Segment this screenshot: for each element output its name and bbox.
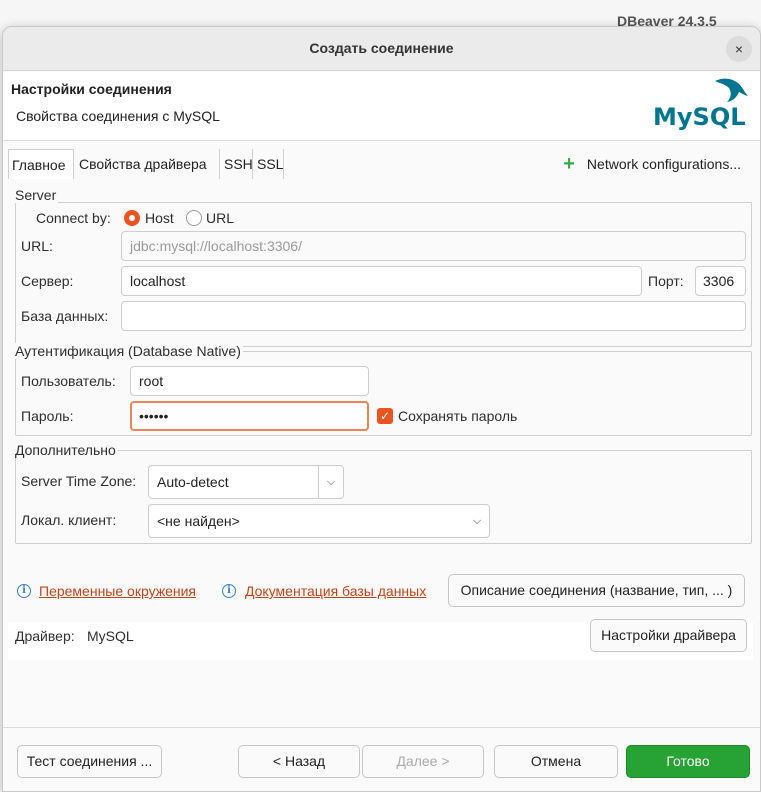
driver-settings-button[interactable]: Настройки драйвера xyxy=(590,619,747,652)
cancel-button[interactable]: Отмена xyxy=(494,745,618,778)
plus-icon: + xyxy=(563,153,575,175)
local-client-select[interactable]: <не найден> ⌵ xyxy=(148,504,490,538)
tab-main[interactable]: Главное xyxy=(8,149,74,179)
save-password-checkbox[interactable]: ✓ xyxy=(377,408,393,424)
timezone-label: Server Time Zone: xyxy=(21,473,137,489)
server-host-input[interactable]: localhost xyxy=(121,266,642,296)
timezone-select[interactable]: Auto-detect ⌵ xyxy=(148,465,344,499)
close-button[interactable]: × xyxy=(726,36,752,62)
database-docs-link[interactable]: Документация базы данных xyxy=(245,583,426,599)
url-radio-label[interactable]: URL xyxy=(206,210,234,226)
url-label: URL: xyxy=(21,238,53,254)
chevron-down-icon: ⌵ xyxy=(326,476,336,488)
test-connection-button[interactable]: Тест соединения ... xyxy=(17,745,162,778)
local-client-value: <не найден> xyxy=(157,513,240,529)
password-input[interactable]: •••••• xyxy=(130,401,369,431)
info-icon: i xyxy=(222,584,236,598)
port-label: Порт: xyxy=(648,273,684,289)
host-radio[interactable] xyxy=(124,210,140,226)
header-subtitle: Свойства соединения с MySQL xyxy=(16,108,220,124)
url-radio[interactable] xyxy=(186,210,202,226)
connect-by-label: Connect by: xyxy=(36,210,111,226)
mysql-logo: MySQL xyxy=(653,78,748,131)
driver-label: Драйвер: xyxy=(15,628,75,644)
finish-button[interactable]: Готово xyxy=(626,745,750,778)
dialog-title: Создать соединение xyxy=(309,40,454,56)
tab-driver-properties[interactable]: Свойства драйвера xyxy=(76,149,220,179)
footer-divider xyxy=(3,727,760,728)
header-title: Настройки соединения xyxy=(11,81,172,97)
save-password-label[interactable]: Сохранять пароль xyxy=(398,408,517,424)
tab-ssh[interactable]: SSH xyxy=(221,149,253,179)
tab-ssl[interactable]: SSL xyxy=(254,149,284,179)
info-icon: i xyxy=(17,584,31,598)
server-label: Сервер: xyxy=(21,273,74,289)
connection-description-button[interactable]: Описание соединения (название, тип, ... … xyxy=(448,574,745,607)
database-label: База данных: xyxy=(21,308,109,324)
mysql-logo-text: MySQL xyxy=(653,103,746,131)
dialog-titlebar: Создать соединение × xyxy=(3,27,760,71)
user-label: Пользователь: xyxy=(21,373,116,389)
database-input[interactable] xyxy=(121,301,746,331)
next-button[interactable]: Далее > xyxy=(362,745,484,778)
driver-value: MySQL xyxy=(87,628,134,644)
back-button[interactable]: < Назад xyxy=(238,745,360,778)
host-radio-label[interactable]: Host xyxy=(145,210,174,226)
port-input[interactable]: 3306 xyxy=(695,266,746,296)
network-configurations-button[interactable]: + Network configurations... xyxy=(563,149,741,179)
timezone-value: Auto-detect xyxy=(157,474,229,490)
create-connection-dialog: Создать соединение × Настройки соединени… xyxy=(2,26,761,792)
advanced-group-label: Дополнительно xyxy=(15,442,118,458)
password-label: Пароль: xyxy=(21,408,74,424)
local-client-label: Локал. клиент: xyxy=(21,512,117,528)
dialog-header: Настройки соединения Свойства соединения… xyxy=(3,72,760,141)
user-input[interactable]: root xyxy=(130,366,369,396)
url-input[interactable]: jdbc:mysql://localhost:3306/ xyxy=(121,231,746,261)
environment-variables-link[interactable]: Переменные окружения xyxy=(39,583,196,599)
network-configurations-label: Network configurations... xyxy=(586,156,741,172)
chevron-down-icon: ⌵ xyxy=(472,515,482,527)
server-group-label: Server xyxy=(15,187,59,203)
tab-bar: Главное Свойства драйвера SSH SSL + Netwo… xyxy=(8,149,753,179)
auth-group-label: Аутентификация (Database Native) xyxy=(15,343,243,359)
